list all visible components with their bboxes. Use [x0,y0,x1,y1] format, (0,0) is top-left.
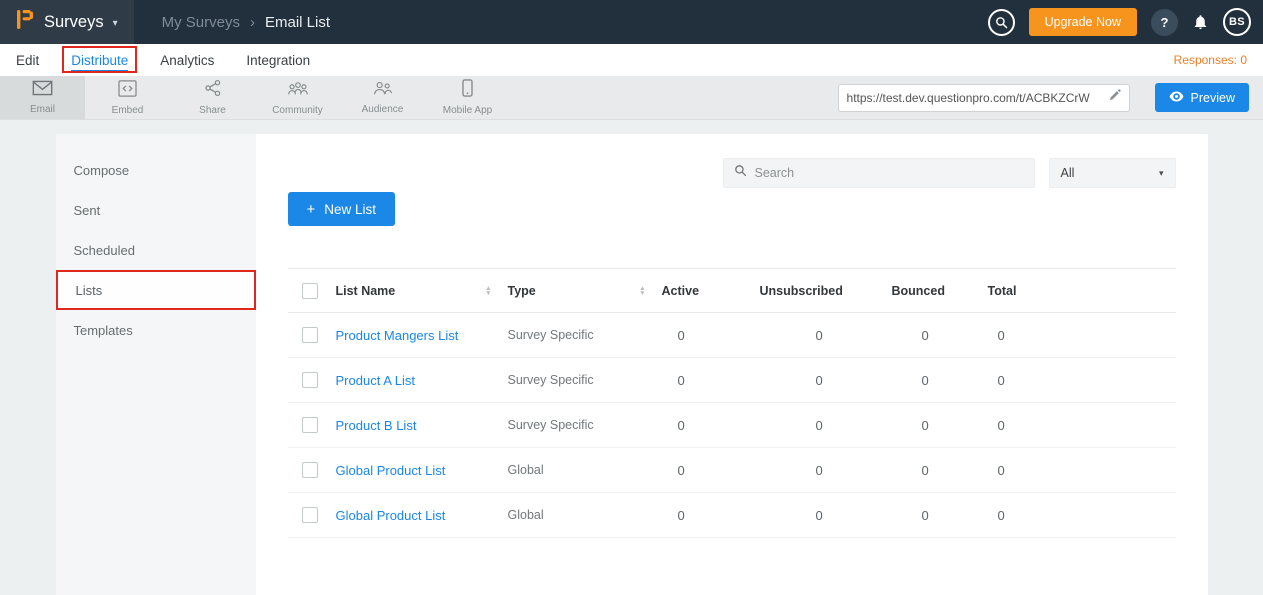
embed-icon [118,80,137,102]
channel-embed[interactable]: Embed [85,76,170,119]
questionpro-logo-icon [16,9,35,35]
sidebar-item-sent[interactable]: Sent [56,190,256,230]
table-row: Global Product List Global 0 0 0 0 [288,448,1176,493]
eye-icon [1169,91,1184,105]
avatar[interactable]: BS [1223,8,1251,36]
survey-tab-nav: Edit Distribute Analytics Integration Re… [0,44,1263,76]
email-lists-panel: Compose Sent Scheduled Lists Templates A… [56,134,1208,595]
channel-community[interactable]: Community [255,76,340,119]
lists-content: All ▾ + New List List Name ▲▼ Type ▲▼ Ac… [256,134,1208,595]
notifications-bell-icon[interactable] [1192,13,1209,31]
new-list-button[interactable]: + New List [288,192,396,226]
table-row: Product Mangers List Survey Specific 0 0… [288,313,1176,358]
community-icon [287,80,309,102]
column-header-active: Active [662,284,760,298]
search-icon [734,164,747,182]
mobile-app-icon [462,79,473,102]
tab-edit[interactable]: Edit [16,53,39,68]
email-lists-table: List Name ▲▼ Type ▲▼ Active Unsubscribed… [288,268,1176,538]
sidebar-item-scheduled[interactable]: Scheduled [56,230,256,270]
breadcrumb-my-surveys[interactable]: My Surveys [162,14,240,31]
column-header-bounced: Bounced [892,284,988,298]
responses-count[interactable]: Responses: 0 [1174,53,1247,67]
chevron-right-icon: › [250,14,255,31]
upgrade-now-button[interactable]: Upgrade Now [1029,8,1137,36]
row-checkbox[interactable] [302,327,318,343]
chevron-down-icon: ▾ [1159,168,1164,179]
channel-audience[interactable]: Audience [340,76,425,119]
sidebar-item-compose[interactable]: Compose [56,150,256,190]
toolbar-right-group: Preview [838,76,1249,119]
share-icon [204,79,222,102]
list-search-box [723,158,1035,188]
row-checkbox[interactable] [302,372,318,388]
list-name-link[interactable]: Product Mangers List [336,328,508,343]
channel-share[interactable]: Share [170,76,255,119]
product-switcher[interactable]: Surveys ▾ [0,0,134,44]
survey-url-box [838,84,1130,112]
audience-icon [373,80,393,101]
column-header-list-name[interactable]: List Name ▲▼ [336,284,508,298]
survey-url-input[interactable] [847,91,1108,105]
list-name-link[interactable]: Global Product List [336,508,508,523]
sidebar-item-templates[interactable]: Templates [56,310,256,350]
search-input[interactable] [755,166,1024,180]
sidebar-item-lists[interactable]: Lists [56,270,256,310]
row-checkbox[interactable] [302,507,318,523]
chevron-down-icon: ▾ [113,18,118,29]
list-filter-dropdown[interactable]: All ▾ [1049,158,1176,188]
list-name-link[interactable]: Global Product List [336,463,508,478]
search-icon[interactable] [988,9,1015,36]
select-all-checkbox[interactable] [302,283,318,299]
channel-email[interactable]: Email [0,76,85,119]
edit-url-pencil-icon[interactable] [1108,89,1121,107]
list-controls: All ▾ [288,158,1176,188]
email-sidebar: Compose Sent Scheduled Lists Templates [56,134,256,595]
topbar-actions: Upgrade Now ? BS [988,8,1251,36]
plus-icon: + [307,202,316,217]
tab-integration[interactable]: Integration [246,53,310,68]
tab-analytics[interactable]: Analytics [160,53,214,68]
product-name: Surveys [44,13,104,32]
table-header-row: List Name ▲▼ Type ▲▼ Active Unsubscribed… [288,268,1176,313]
tab-distribute[interactable]: Distribute [71,53,128,68]
table-row: Product A List Survey Specific 0 0 0 0 [288,358,1176,403]
sort-icon[interactable]: ▲▼ [485,286,491,296]
channel-mobile-app[interactable]: Mobile App [425,76,510,119]
breadcrumb-email-list: Email List [265,14,330,31]
list-name-link[interactable]: Product B List [336,418,508,433]
email-icon [32,80,53,101]
column-header-total: Total [988,284,1176,298]
table-row: Product B List Survey Specific 0 0 0 0 [288,403,1176,448]
breadcrumb: My Surveys › Email List [162,14,330,31]
list-name-link[interactable]: Product A List [336,373,508,388]
table-row: Global Product List Global 0 0 0 0 [288,493,1176,538]
row-checkbox[interactable] [302,417,318,433]
sort-icon[interactable]: ▲▼ [639,286,645,296]
preview-button[interactable]: Preview [1155,83,1249,112]
row-checkbox[interactable] [302,462,318,478]
topbar: Surveys ▾ My Surveys › Email List Upgrad… [0,0,1263,44]
column-header-type[interactable]: Type ▲▼ [508,284,662,298]
column-header-unsubscribed: Unsubscribed [760,284,892,298]
help-icon[interactable]: ? [1151,9,1178,36]
distribute-channel-toolbar: Email Embed Share Community Audience Mob… [0,76,1263,120]
